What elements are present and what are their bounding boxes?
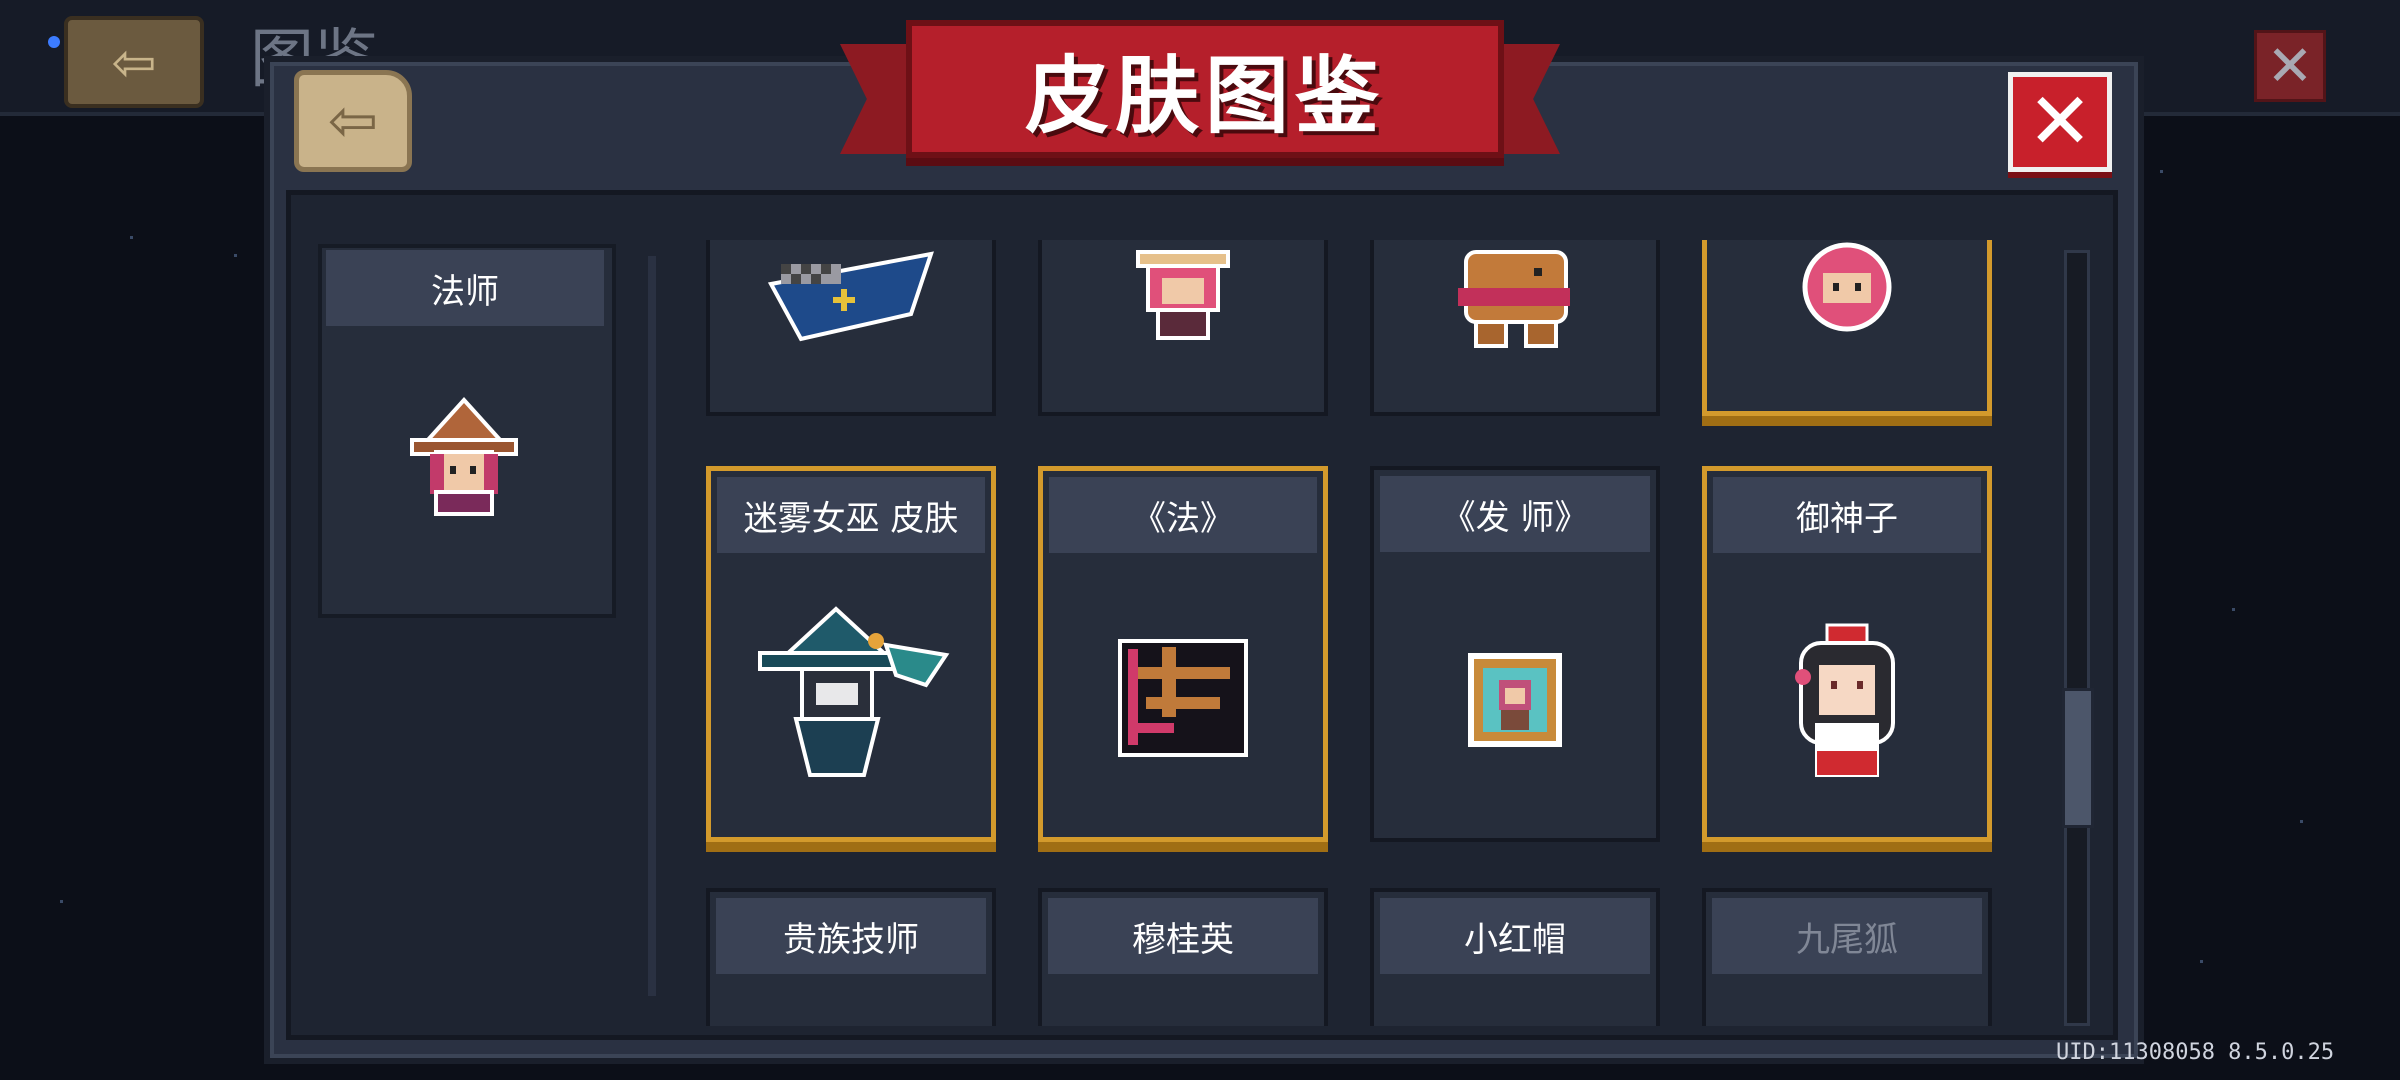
mage-witch-hat-sprite — [406, 396, 522, 526]
round-pink-head-sprite — [1795, 240, 1899, 337]
exit-door-icon: ⇦ — [111, 30, 157, 94]
skin-card-highlighted[interactable]: 御神子 — [1702, 466, 1992, 842]
background-back-button[interactable]: ⇦ — [64, 16, 204, 108]
skin-card[interactable]: 贵族技师 — [706, 888, 996, 1026]
skin-card-highlighted[interactable]: 迷雾女巫 皮肤 — [706, 466, 996, 842]
scrollbar-track[interactable] — [2064, 250, 2090, 1026]
capybara-sprite — [1450, 244, 1580, 358]
skin-card-locked[interactable]: 九尾狐 — [1702, 888, 1992, 1026]
skin-card-label: 迷雾女巫 皮肤 — [717, 477, 985, 553]
skin-card-label: 御神子 — [1713, 477, 1981, 553]
skin-grid: 迷雾女巫 皮肤 《法》 《发 师》 御神子 贵族技师 穆桂英 小红帽 九尾狐 — [700, 240, 2010, 1026]
skin-card[interactable]: 《发 师》 — [1370, 466, 1660, 842]
exit-door-icon: ⇦ — [327, 86, 379, 156]
skin-card-highlighted[interactable] — [1702, 240, 1992, 416]
modal-title: 皮肤图鉴 — [1024, 46, 1385, 145]
panel-divider — [648, 256, 656, 996]
uid-version-text: UID:11308058 8.5.0.25 — [2056, 1040, 2335, 1065]
skin-card[interactable]: 小红帽 — [1370, 888, 1660, 1026]
mist-witch-sprite — [746, 605, 956, 785]
modal-back-button[interactable]: ⇦ — [294, 70, 412, 172]
skin-card-label: 穆桂英 — [1048, 898, 1318, 974]
category-label: 法师 — [326, 250, 604, 326]
skin-card-label: 《发 师》 — [1380, 476, 1650, 552]
skin-card-label: 《法》 — [1049, 477, 1317, 553]
shrine-maiden-sprite — [1787, 621, 1907, 785]
background-close-button[interactable]: ✕ — [2254, 30, 2326, 102]
notification-dot — [48, 36, 60, 48]
checkered-blue-cape-sprite — [761, 244, 941, 348]
fa-character-sprite — [1116, 637, 1250, 763]
scrollbar-thumb[interactable] — [2062, 688, 2094, 828]
skin-card[interactable]: 穆桂英 — [1038, 888, 1328, 1026]
pink-hair-girl-sprite — [1128, 244, 1238, 348]
skin-card-label: 九尾狐 — [1712, 898, 1982, 974]
skin-card-label: 小红帽 — [1380, 898, 1650, 974]
skin-card[interactable] — [1370, 240, 1660, 416]
modal-close-button[interactable]: ✕ — [2008, 72, 2112, 172]
skin-card-label: 贵族技师 — [716, 898, 986, 974]
skin-card-highlighted[interactable]: 《法》 — [1038, 466, 1328, 842]
framed-portrait-sprite — [1465, 650, 1565, 754]
skin-card[interactable] — [1038, 240, 1328, 416]
modal-title-ribbon: 皮肤图鉴 — [906, 20, 1504, 158]
close-icon: ✕ — [2266, 33, 2314, 99]
skin-card[interactable] — [706, 240, 996, 416]
close-icon: ✕ — [2027, 77, 2093, 167]
